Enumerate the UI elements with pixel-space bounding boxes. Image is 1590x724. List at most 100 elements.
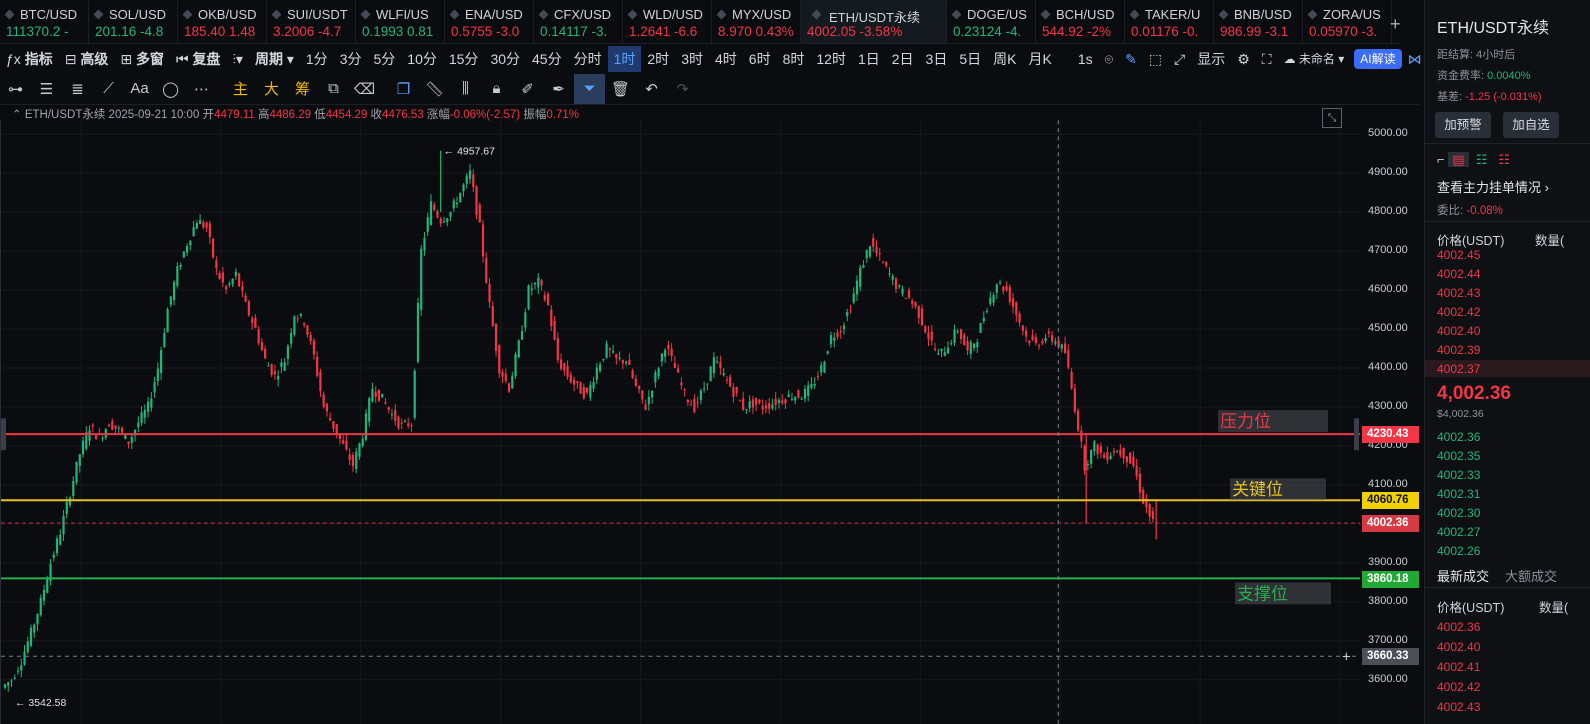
order-row[interactable]: 4002.45 [1437,248,1480,262]
ticker-tab[interactable]: WLFI/US 0.1993 0.81 [356,0,445,43]
order-row[interactable]: 4002.44 [1437,267,1480,281]
advanced-button[interactable]: ⊟ 高级 [59,46,115,72]
circle-icon[interactable]: ◯ [155,80,186,98]
main-toggle[interactable]: 主 [225,78,256,99]
indicator-button[interactable]: ƒx 指标 [0,46,59,72]
interval-6时[interactable]: 6时 [743,46,777,72]
order-row[interactable]: 4002.41 [1437,660,1480,674]
pen-icon[interactable]: ✒ [543,80,574,98]
text-tool-icon[interactable]: Aa [124,80,155,97]
interval-1分[interactable]: 1分 [300,46,334,72]
book-mode-icons[interactable]: ⌐ ▤ ☷ ☷ [1437,152,1510,168]
ticker-tab[interactable]: ETH/USDT永续 4002.05 -3.58% [801,0,947,43]
horizontal-line-icon[interactable]: ⊶ [0,80,31,98]
ticker-tab[interactable]: SOL/USD 201.16 -4.8 [89,0,178,43]
candle-type-icon[interactable]: ⫶▾ [226,46,249,72]
ticker-tab[interactable]: TAKER/U 0.01176 -0. [1125,0,1214,43]
order-row[interactable]: 4002.31 [1437,487,1480,501]
settings-gear-icon[interactable]: ⚙ [1231,46,1256,72]
more-icon[interactable]: ⋯ [186,80,217,98]
maximize-chart-icon[interactable]: ⤡ [1322,108,1342,128]
period-dropdown[interactable]: 周期 ▾ [249,46,300,72]
interval-1时[interactable]: 1时 [607,46,642,72]
order-row[interactable]: 4002.27 [1437,525,1480,539]
order-row[interactable]: 4002.42 [1437,680,1480,694]
interval-2日[interactable]: 2日 [886,46,920,72]
interval-3分[interactable]: 3分 [334,46,368,72]
interval-3日[interactable]: 3日 [920,46,954,72]
fullscreen-icon[interactable]: ⛶ [1256,46,1278,72]
order-row[interactable]: 4002.30 [1437,506,1480,520]
eraser-icon[interactable]: ⌫ [349,80,380,98]
order-row[interactable]: 4002.36 [1437,620,1480,634]
fib-icon[interactable]: ≣ [62,80,93,98]
replay-button[interactable]: ⏮ 复盘 [170,46,227,72]
interval-3时[interactable]: 3时 [675,46,709,72]
order-row[interactable]: 4002.40 [1437,324,1480,338]
interval-月K[interactable]: 月K [1022,46,1057,72]
expand-icon[interactable]: ⤢ [1168,46,1191,72]
chip-toggle[interactable]: 筹 [287,78,318,99]
display-button[interactable]: 显示 [1191,46,1231,72]
interval-8时[interactable]: 8时 [777,46,811,72]
interval-5日[interactable]: 5日 [953,46,987,72]
note-icon[interactable]: ✐ [512,80,543,98]
price-chart[interactable]: ← 4957.67 ← 3542.58 + 压力位关键位支撑位 [0,120,1360,724]
ai-button[interactable]: AI解读 [1354,49,1402,69]
undo-icon[interactable]: ↶ [636,80,667,98]
copy-icon[interactable]: ❐ [388,80,419,98]
interval-10分[interactable]: 10分 [401,46,443,72]
ticker-tab[interactable]: ZORA/US 0.05970 -3. [1303,0,1392,43]
tab-big-trades[interactable]: 大额成交 [1505,566,1557,585]
layout-icon[interactable]: ⬚ [1143,46,1168,72]
order-row[interactable]: 4002.33 [1437,468,1480,482]
order-row[interactable]: 4002.39 [1437,343,1480,357]
tab-latest-trades[interactable]: 最新成交 [1437,566,1489,585]
delete-icon[interactable]: 🗑︎ [605,80,636,98]
seconds-button[interactable]: 1s [1072,46,1099,72]
redo-icon[interactable]: ↷ [667,80,698,98]
order-row[interactable]: 4002.26 [1437,544,1480,558]
interval-4时[interactable]: 4时 [709,46,743,72]
magnet-icon[interactable]: ⧉ [318,80,349,97]
order-row[interactable]: 4002.36 [1437,430,1480,444]
draw-icon[interactable]: ✎ [1119,46,1143,72]
cloud-layout-button[interactable]: ☁ 未命名 ▾ [1278,46,1351,72]
ticker-tab[interactable]: MYX/USD 8.970 0.43% [712,0,801,43]
ticker-tab[interactable]: DOGE/US 0.23124 -4. [947,0,1036,43]
ticker-tab[interactable]: CFX/USD 0.14117 -3. [534,0,623,43]
interval-12时[interactable]: 12时 [810,46,852,72]
add-alert-button[interactable]: 加预警 [1435,112,1491,138]
bars-icon[interactable]: ⫼ [450,80,481,97]
order-row[interactable]: 4002.40 [1437,640,1480,654]
interval-45分[interactable]: 45分 [526,46,568,72]
ruler-icon[interactable]: 📏︎ [419,80,450,98]
interval-30分[interactable]: 30分 [484,46,526,72]
lock-icon[interactable]: 🔒︎ [481,80,512,97]
big-toggle[interactable]: 大 [256,78,287,99]
parallel-lines-icon[interactable]: ☰ [31,80,62,98]
add-tab-icon[interactable]: + [1390,14,1401,35]
trend-line-icon[interactable]: ⟋ [93,80,124,97]
order-row[interactable]: 4002.35 [1437,449,1480,463]
price-axis[interactable]: 5000.00 4900.00 4800.00 4700.00 4600.00 4500.… [1360,120,1420,724]
ticker-tab[interactable]: ENA/USD 0.5755 -3.0 [445,0,534,43]
filter-icon[interactable]: ⏷ [574,73,605,104]
ticker-tab[interactable]: SUI/USDT 3.2006 -4.7 [267,0,356,43]
ticker-tab[interactable]: BCH/USD 544.92 -2% [1036,0,1125,43]
order-row[interactable]: 4002.42 [1437,305,1480,319]
view-orders-link[interactable]: 查看主力挂单情况 › [1437,177,1549,196]
order-row[interactable]: 4002.37 [1437,362,1480,376]
order-row[interactable]: 4002.43 [1437,286,1480,300]
ticker-tab[interactable]: WLD/USD 1.2641 -6.6 [623,0,712,43]
interval-2时[interactable]: 2时 [641,46,675,72]
interval-周K[interactable]: 周K [987,46,1022,72]
ticker-tab[interactable]: BNB/USD 986.99 -3.1 [1214,0,1303,43]
interval-1日[interactable]: 1日 [852,46,886,72]
order-row[interactable]: 4002.43 [1437,700,1480,714]
camera-icon[interactable]: ⌾ [1099,46,1119,72]
add-watchlist-button[interactable]: 加自选 [1503,112,1559,138]
interval-5分[interactable]: 5分 [367,46,401,72]
ticker-tab[interactable]: BTC/USD 111370.2 - [0,0,89,43]
multi-window-button[interactable]: ⊞ 多窗 [114,46,170,72]
